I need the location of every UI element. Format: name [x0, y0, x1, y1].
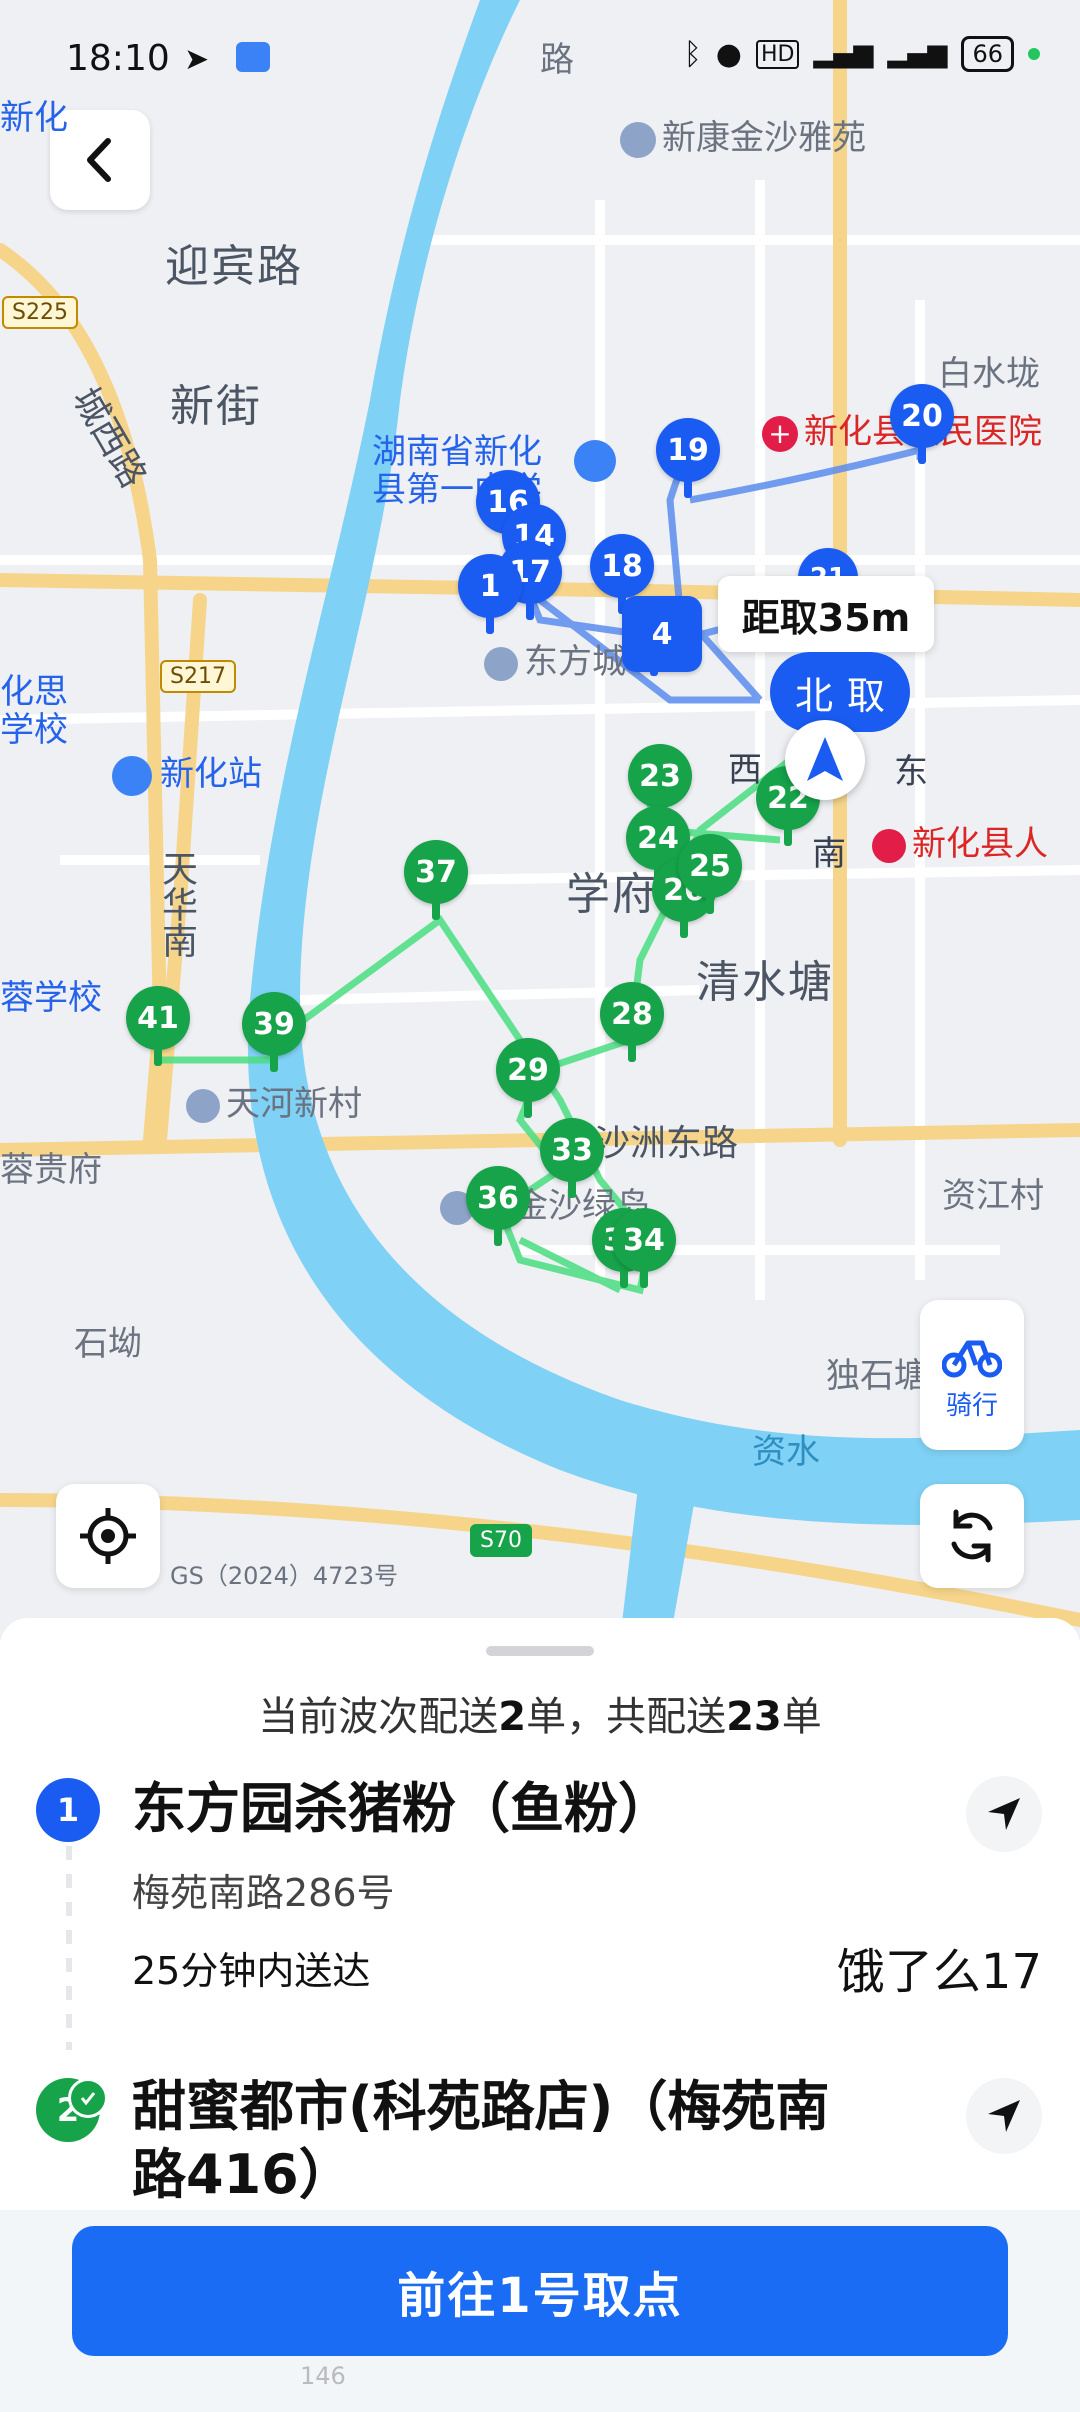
navigation-arrow-icon: [807, 737, 843, 781]
map-pin-4[interactable]: 4: [622, 596, 702, 676]
map-label-top-left: 新化: [0, 98, 68, 138]
shop-address-1: 梅苑南路286号: [132, 1871, 395, 1915]
send-icon: ➤: [184, 42, 210, 77]
signal-icon: ▂▄▆: [813, 39, 874, 69]
crosshair-icon: [80, 1508, 136, 1564]
signal-2-icon: ▂▄▆: [887, 39, 948, 69]
shop-name-2-line2[interactable]: 路416）: [132, 2142, 353, 2208]
navigate-icon: [988, 1798, 1020, 1830]
map-label-xi: 西: [728, 750, 762, 790]
map-pin-37[interactable]: 37: [404, 840, 468, 920]
pickup-marker-left: 北: [794, 673, 833, 718]
poi-icon: [186, 1088, 220, 1123]
map-label-rong-school: 蓉学校: [0, 978, 102, 1018]
map-label-shazhou-east: 沙洲东路: [594, 1123, 739, 1164]
faint-text: 146: [300, 2362, 346, 2390]
hospital-icon: +: [762, 415, 798, 452]
sheet-drag-handle[interactable]: [486, 1646, 594, 1656]
map-approval-number: GS（2024）4723号: [170, 1562, 398, 1590]
map-label-yingbin-road: 迎宾路: [165, 241, 303, 292]
order-platform-1: 饿了么17: [836, 1944, 1042, 2000]
map-label-dong: 东: [894, 752, 928, 792]
map-label-nan: 南: [812, 834, 846, 874]
map-label-shi-ao: 石坳: [74, 1324, 142, 1364]
map-label-zijiang-village: 资江村: [942, 1176, 1044, 1216]
pickup-marker-right: 取: [847, 673, 886, 718]
weather-icon: [236, 42, 270, 72]
map-pin-19[interactable]: 19: [656, 418, 720, 498]
map-label-xinkang-jinsha: 新康金沙雅苑: [620, 110, 866, 159]
chevron-left-icon: [87, 138, 111, 182]
map-label-lu-top: 路: [540, 40, 574, 80]
map-pin-36[interactable]: 36: [466, 1166, 530, 1246]
road-badge-s70: S70: [470, 1524, 532, 1557]
map-label-xinhua-station: 新化站: [112, 746, 262, 796]
map-pin-20[interactable]: 20: [890, 384, 954, 464]
status-time: 18:10: [66, 38, 170, 79]
battery-indicator: 66: [961, 36, 1014, 72]
ride-mode-label: 骑行: [945, 1390, 998, 1421]
total-count: 23: [726, 1694, 782, 1740]
map-pin-39[interactable]: 39: [242, 992, 306, 1072]
road-badge-s225: S225: [2, 296, 78, 329]
current-location-marker: [785, 720, 865, 800]
shop-name-1[interactable]: 东方园杀猪粉（鱼粉）: [132, 1776, 672, 1842]
hospital-icon: [872, 828, 906, 863]
map-label-dongfang-cheng: 东方城: [484, 634, 626, 683]
map-label-baishui-long: 白水垅: [938, 354, 1040, 394]
map-pin-34[interactable]: 34: [612, 1208, 676, 1288]
map-label-tianhua-south: 天华南: [156, 850, 197, 958]
bluetooth-icon: ᛒ: [683, 36, 702, 72]
deliver-time-1: 25分钟内送达: [132, 1949, 371, 1993]
map-pin-1[interactable]: 1: [458, 554, 522, 634]
shop-name-2-line1[interactable]: 甜蜜都市(科苑路店)（梅苑南: [132, 2074, 829, 2140]
poi-icon: [484, 646, 518, 681]
ride-mode-button[interactable]: 骑行: [920, 1300, 1024, 1450]
map-pin-29[interactable]: 29: [496, 1038, 560, 1118]
map-pin-25[interactable]: 25: [678, 834, 742, 914]
refresh-icon: [951, 1509, 993, 1563]
map-label-huasi-2: 学校: [0, 710, 68, 750]
order-index-1: 1: [36, 1778, 100, 1842]
navigate-button-1[interactable]: [966, 1776, 1042, 1852]
map-label-tianhe-village: 天河新村: [186, 1076, 362, 1125]
pickup-marker[interactable]: 北 取: [770, 652, 910, 732]
map-label-rong-gui: 蓉贵府: [0, 1150, 102, 1190]
distance-tooltip: 距取35m: [718, 576, 934, 652]
map-label-qingshui-tang: 清水塘: [696, 957, 834, 1008]
hd-icon: HD: [755, 39, 800, 69]
map-label-dushi-tang: 独石塘: [826, 1356, 928, 1396]
go-to-pickup-button[interactable]: 前往1号取点: [72, 2226, 1008, 2356]
map-pin-18[interactable]: 18: [590, 534, 654, 614]
locate-button[interactable]: [56, 1484, 160, 1588]
bike-icon: [942, 1340, 1002, 1377]
check-icon: [68, 2078, 108, 2118]
map-pin-23[interactable]: 23: [628, 744, 692, 824]
map-view[interactable]: 18:10 ➤ ᛒ ● HD ▂▄▆ ▂▄▆ 66 新化 路 新康金沙雅苑 迎宾…: [0, 0, 1080, 1640]
map-label-xinjie: 新街: [170, 381, 262, 432]
navigate-button-2[interactable]: [966, 2078, 1042, 2154]
road-badge-s217: S217: [160, 660, 236, 693]
school-icon: [574, 440, 616, 482]
wave-summary: 当前波次配送2单，共配送23单: [258, 1694, 822, 1740]
current-count: 2: [498, 1694, 527, 1740]
poi-icon: [620, 121, 656, 158]
navigate-icon: [988, 2100, 1020, 2132]
map-label-zi-shui: 资水: [752, 1432, 820, 1472]
refresh-button[interactable]: [920, 1484, 1024, 1588]
online-dot-icon: [1028, 48, 1040, 60]
map-pin-33[interactable]: 33: [540, 1118, 604, 1198]
map-label-xinhua-county-person: 新化县人: [872, 816, 1048, 865]
map-pin-41[interactable]: 41: [126, 986, 190, 1066]
station-icon: [112, 755, 152, 796]
location-icon: ●: [715, 36, 742, 72]
map-pin-28[interactable]: 28: [600, 982, 664, 1062]
status-icons: ᛒ ● HD ▂▄▆ ▂▄▆ 66: [684, 36, 1040, 72]
